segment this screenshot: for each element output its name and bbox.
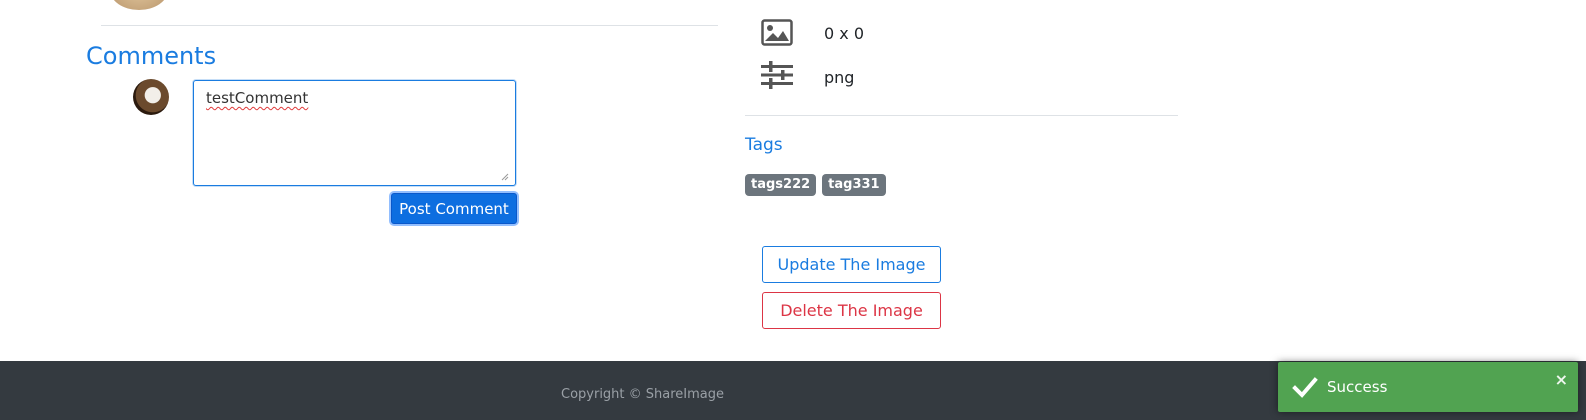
- resize-handle-icon[interactable]: [500, 172, 510, 182]
- image-owner-avatar: [110, 0, 168, 10]
- success-toast[interactable]: Success ×: [1278, 362, 1578, 412]
- image-icon: [760, 18, 794, 48]
- image-format-row: png: [760, 60, 854, 90]
- close-icon[interactable]: ×: [1555, 370, 1568, 389]
- divider: [101, 25, 718, 26]
- tags-title: Tags: [745, 135, 783, 155]
- toast-message: Success: [1327, 378, 1388, 396]
- sliders-icon: [760, 60, 794, 90]
- tag-list: tags222 tag331: [745, 174, 886, 196]
- image-dimensions: 0 x 0: [824, 24, 864, 43]
- image-dimensions-row: 0 x 0: [760, 18, 864, 48]
- comments-title: Comments: [86, 42, 217, 70]
- tag-badge[interactable]: tags222: [745, 174, 817, 196]
- post-comment-button[interactable]: Post Comment: [391, 193, 517, 224]
- avatar: [133, 79, 169, 115]
- comment-input-value: testComment: [206, 89, 309, 107]
- comment-textarea[interactable]: testComment: [193, 80, 516, 186]
- delete-image-button[interactable]: Delete The Image: [762, 292, 941, 329]
- tag-badge[interactable]: tag331: [822, 174, 886, 196]
- divider: [745, 115, 1178, 116]
- checkmark-icon: [1292, 374, 1318, 400]
- update-image-button[interactable]: Update The Image: [762, 246, 941, 283]
- page: Comments testComment Post Comment 0 x 0: [0, 0, 1586, 420]
- image-format: png: [824, 68, 855, 87]
- copyright-text: Copyright © ShareImage: [561, 387, 725, 402]
